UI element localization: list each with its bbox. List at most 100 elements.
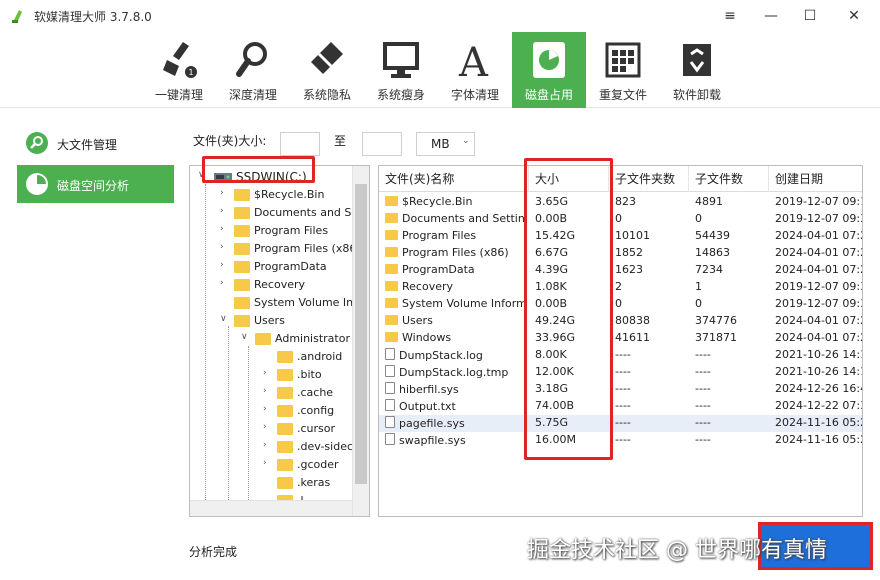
table-row[interactable]: Recovery1.08K212019-12-07 09:34 <box>379 279 862 296</box>
duplicate-grid-icon <box>605 42 641 78</box>
cell-files: 0 <box>695 212 702 225</box>
tool-disk-usage[interactable]: 磁盘占用 <box>512 32 586 108</box>
folder-icon <box>234 261 250 273</box>
table-row[interactable]: ProgramData4.39G162372342024-04-01 07:26 <box>379 262 862 279</box>
close-button[interactable]: ✕ <box>838 4 870 28</box>
sidebar-item-disk-analysis[interactable]: 磁盘空间分析 <box>17 165 174 203</box>
chevron-right-icon[interactable]: › <box>263 404 267 414</box>
cell-name-text: Users <box>402 314 433 327</box>
table-row[interactable]: pagefile.sys5.75G--------2024-11-16 05:2… <box>379 415 862 432</box>
tree-horizontal-scrollbar[interactable] <box>190 500 352 516</box>
size-max-input[interactable] <box>362 132 402 156</box>
cell-name: System Volume Inform... <box>385 297 525 310</box>
table-row[interactable]: Users49.24G808383747762024-04-01 07:21 <box>379 313 862 330</box>
highlight-box <box>524 158 613 460</box>
highlight-box <box>202 156 315 183</box>
table-row[interactable]: Program Files (x86) 6.67G 1852 14863 2024-04… <box>379 245 862 262</box>
maximize-button[interactable]: ☐ <box>794 4 826 28</box>
chevron-right-icon[interactable]: › <box>220 260 224 270</box>
chevron-down-icon[interactable]: ∨ <box>220 314 227 324</box>
tree-vertical-scrollbar[interactable] <box>352 166 369 516</box>
chevron-right-icon[interactable]: › <box>220 278 224 288</box>
table-row[interactable]: hiberfil.sys3.18G--------2024-12-26 16:4… <box>379 381 862 398</box>
table-row[interactable]: Documents and Settings 0.00B 0 0 2019-12-07 … <box>379 211 862 228</box>
size-unit-value: MB <box>431 137 450 151</box>
size-to-label: 至 <box>334 134 347 148</box>
table-row[interactable]: Windows33.96G416113718712024-04-01 07:21 <box>379 330 862 347</box>
cell-created: 2024-04-01 07:26 <box>775 246 862 259</box>
table-row[interactable]: $Recycle.Bin3.65G82348912019-12-07 09:14 <box>379 194 862 211</box>
svg-text:A: A <box>458 40 489 80</box>
column-header-created[interactable]: 创建日期 <box>769 166 862 192</box>
table-row[interactable]: swapfile.sys 16.00M ---- ---- 2024-11-16 05:… <box>379 432 862 449</box>
disk-icon <box>533 42 565 78</box>
chevron-right-icon[interactable]: › <box>220 188 224 198</box>
folder-icon <box>277 351 293 363</box>
cell-created: 2019-12-07 09:14 <box>775 195 862 208</box>
folder-icon <box>385 247 398 257</box>
cell-created: 2024-04-01 07:21 <box>775 314 862 327</box>
size-unit-select[interactable]: MB ⌄ <box>416 132 475 156</box>
tool-font-clean[interactable]: A 字体清理 <box>438 32 512 108</box>
file-icon <box>385 382 395 394</box>
tool-one-click-clean[interactable]: 1 一键清理 <box>142 32 216 108</box>
cell-files: 54439 <box>695 229 730 242</box>
chevron-right-icon[interactable]: › <box>263 386 267 396</box>
cell-files: 371871 <box>695 331 737 344</box>
table-row[interactable]: Output.txt74.00B--------2024-12-22 07:34 <box>379 398 862 415</box>
search-file-icon <box>26 132 48 154</box>
chevron-right-icon[interactable]: › <box>263 368 267 378</box>
column-header-subdirs[interactable]: 子文件夹数 <box>609 166 689 192</box>
cell-name: pagefile.sys <box>385 416 525 430</box>
cell-name-text: swapfile.sys <box>399 434 466 447</box>
chevron-right-icon[interactable]: › <box>263 440 267 450</box>
tool-privacy[interactable]: 系统隐私 <box>290 32 364 108</box>
table-row[interactable]: System Volume Inform... 0.00B 0 0 2019-12-07… <box>379 296 862 313</box>
menu-icon[interactable]: ≡ <box>714 4 746 28</box>
chevron-down-icon[interactable]: ∨ <box>241 332 248 342</box>
file-icon <box>385 399 395 411</box>
cell-subdirs: 1623 <box>615 263 643 276</box>
cell-name-text: $Recycle.Bin <box>402 195 473 208</box>
folder-icon <box>277 387 293 399</box>
status-text: 分析完成 <box>189 545 238 559</box>
chevron-right-icon[interactable]: › <box>220 224 224 234</box>
cell-created: 2019-12-07 09:34 <box>775 280 862 293</box>
column-header-files[interactable]: 子文件数 <box>689 166 769 192</box>
cell-files: 14863 <box>695 246 730 259</box>
cell-name-text: DumpStack.log <box>399 349 483 362</box>
recycle-icon <box>683 44 711 76</box>
table-row[interactable]: DumpStack.log.tmp 12.00K ---- ---- 2021-10-2… <box>379 364 862 381</box>
chevron-right-icon[interactable]: › <box>263 422 267 432</box>
table-row[interactable]: DumpStack.log 8.00K ---- ---- 2021-10-26 14:… <box>379 347 862 364</box>
cell-name: Program Files (x86) <box>385 246 525 259</box>
tool-label: 系统隐私 <box>302 88 351 102</box>
tool-deep-clean[interactable]: 深度清理 <box>216 32 290 108</box>
cell-files: 374776 <box>695 314 737 327</box>
tool-system-slim[interactable]: 系统瘦身 <box>364 32 438 108</box>
minimize-button[interactable]: — <box>755 4 787 28</box>
tool-label: 系统瘦身 <box>376 88 425 102</box>
tool-uninstall[interactable]: 软件卸载 <box>660 32 734 108</box>
cell-subdirs: 823 <box>615 195 636 208</box>
cell-subdirs: 80838 <box>615 314 650 327</box>
cell-name: DumpStack.log.tmp <box>385 365 525 379</box>
scrollbar-thumb[interactable] <box>355 184 367 484</box>
cell-name-text: DumpStack.log.tmp <box>399 366 509 379</box>
table-header: 文件(夹)名称 大小 子文件夹数 子文件数 创建日期 <box>379 166 862 192</box>
table-row[interactable]: Program Files 15.42G 10101 54439 2024-04-01 … <box>379 228 862 245</box>
cell-name: Recovery <box>385 280 525 293</box>
size-min-input[interactable] <box>280 132 320 156</box>
cell-subdirs: 10101 <box>615 229 650 242</box>
cell-subdirs: ---- <box>615 382 631 395</box>
cell-created: 2024-11-16 05:22 <box>775 416 862 429</box>
sidebar-item-large-files[interactable]: 大文件管理 <box>17 124 174 162</box>
cell-name: ProgramData <box>385 263 525 276</box>
chevron-right-icon[interactable]: › <box>220 206 224 216</box>
tool-duplicate-files[interactable]: 重复文件 <box>586 32 660 108</box>
chevron-right-icon[interactable]: › <box>263 458 267 468</box>
column-header-name[interactable]: 文件(夹)名称 <box>379 166 529 192</box>
chevron-right-icon[interactable]: › <box>220 242 224 252</box>
cell-name: $Recycle.Bin <box>385 195 525 208</box>
sidebar: 大文件管理 磁盘空间分析 <box>17 124 174 206</box>
